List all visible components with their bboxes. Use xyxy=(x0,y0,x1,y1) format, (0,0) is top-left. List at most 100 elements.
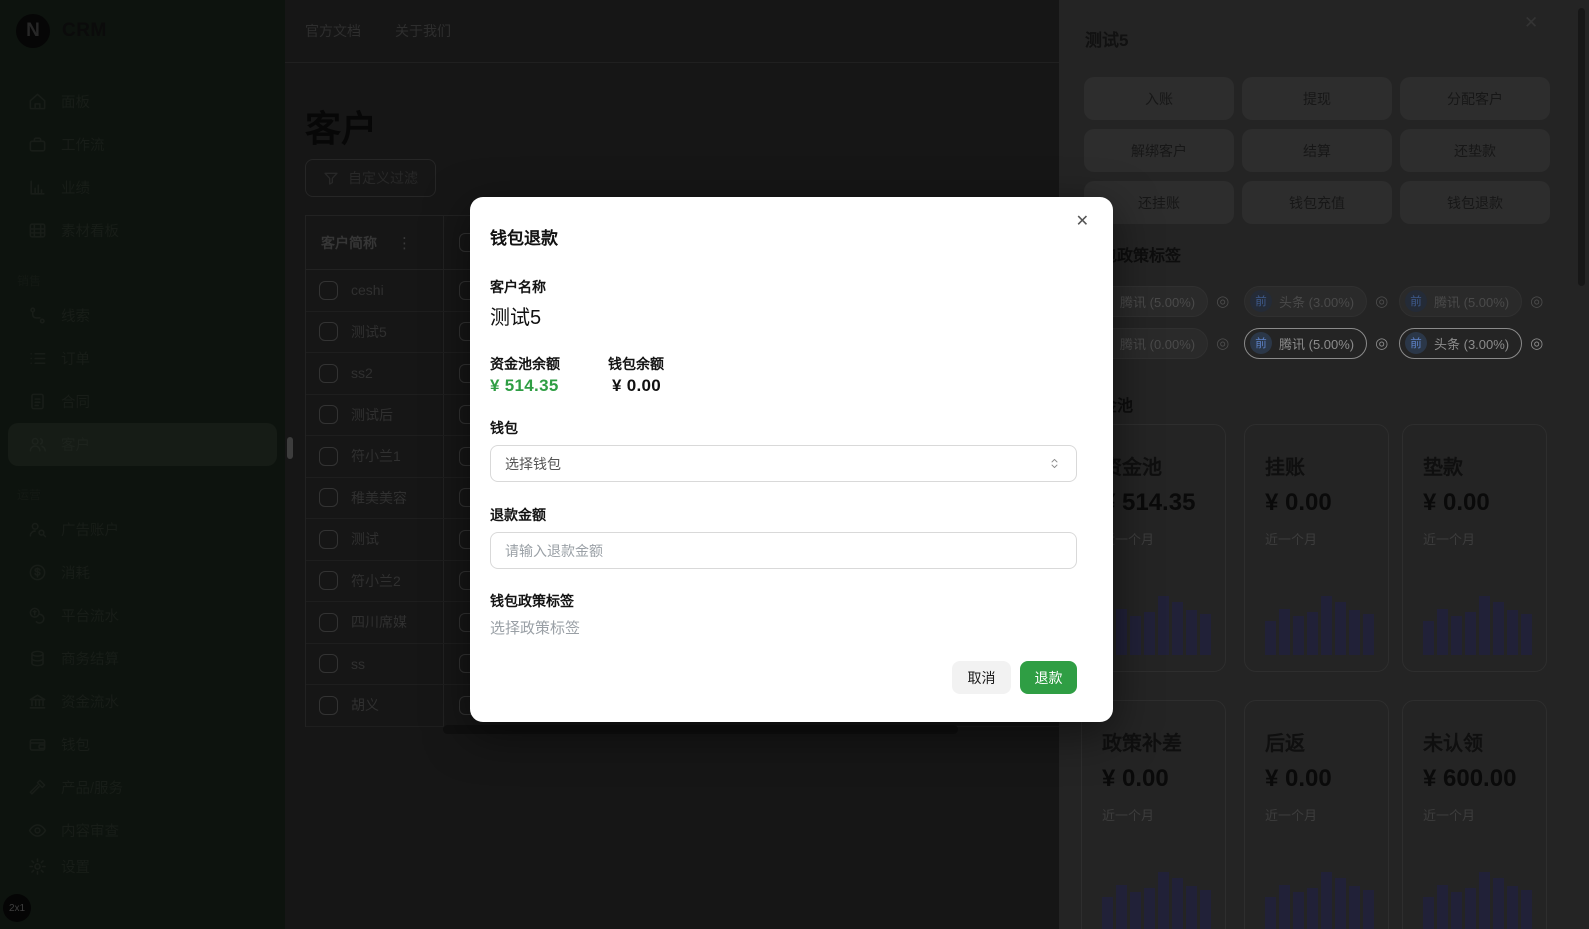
sparkline-bar xyxy=(1158,872,1169,929)
funnel-icon xyxy=(323,170,339,186)
sidebar-item-coins[interactable]: 平台流水 xyxy=(8,594,277,637)
column-divider xyxy=(443,436,444,477)
sidebar-item-users[interactable]: 客户 xyxy=(8,423,277,466)
sparkline-bar xyxy=(1265,897,1276,929)
tag-prefix-badge: 前 xyxy=(1405,290,1427,312)
drawer-action-button[interactable]: 钱包退款 xyxy=(1400,181,1550,224)
sidebar-item-briefcase[interactable]: 工作流 xyxy=(8,123,277,166)
wallet-refund-modal: 钱包退款 ✕ 客户名称 测试5 资金池余额 ¥ 514.35 钱包余额 ¥ 0.… xyxy=(470,197,1113,722)
policy-tag[interactable]: 前腾讯 (5.00%) xyxy=(1399,285,1523,317)
modal-close-icon[interactable]: ✕ xyxy=(1076,211,1089,231)
policy-tag[interactable]: 前腾讯 (5.00%) xyxy=(1244,327,1368,359)
row-checkbox[interactable] xyxy=(319,571,338,591)
pool-card: 垫款 ¥ 0.00 近一个月 xyxy=(1402,424,1547,672)
drawer-action-button[interactable]: 分配客户 xyxy=(1400,77,1550,120)
custom-filter-button[interactable]: 自定义过滤 xyxy=(305,159,436,197)
row-checkbox[interactable] xyxy=(319,488,338,508)
sparkline-bar xyxy=(1479,596,1490,655)
topbar-link[interactable]: 官方文档 xyxy=(305,21,361,41)
tag-settings-icon[interactable]: ◎ xyxy=(1216,334,1229,352)
sidebar-item-bank[interactable]: 资金流水 xyxy=(8,680,277,723)
pool-card-period: 近一个月 xyxy=(1102,808,1155,823)
tag-settings-icon[interactable]: ◎ xyxy=(1530,334,1543,352)
sparkline-bar xyxy=(1363,614,1374,655)
gear-icon xyxy=(28,857,47,876)
user-avatar[interactable]: 2x1 xyxy=(3,894,31,922)
sidebar-item-list[interactable]: 订单 xyxy=(8,337,277,380)
pool-card-amount: ¥ 0.00 xyxy=(1265,765,1332,792)
row-checkbox[interactable] xyxy=(319,405,338,425)
sidebar-item-chart[interactable]: 业绩 xyxy=(8,166,277,209)
cancel-button[interactable]: 取消 xyxy=(952,661,1011,694)
tag-label: 腾讯 (5.00%) xyxy=(1434,294,1510,310)
drawer-action-button[interactable]: 解绑客户 xyxy=(1084,129,1234,172)
pool-card-period: 近一个月 xyxy=(1265,808,1318,823)
drawer-action-button[interactable]: 提现 xyxy=(1242,77,1392,120)
sidebar-item-label: 商务结算 xyxy=(61,652,119,668)
wallet-balance-label: 钱包余额 xyxy=(608,356,664,372)
drawer-close-icon[interactable]: ✕ xyxy=(1524,13,1538,33)
topbar-link[interactable]: 关于我们 xyxy=(395,21,451,41)
pool-balance-label: 资金池余额 xyxy=(490,356,560,372)
tag-settings-icon[interactable]: ◎ xyxy=(1375,334,1388,352)
sparkline-bar xyxy=(1335,878,1346,929)
policy-tag[interactable]: 前头条 (3.00%) xyxy=(1244,285,1368,317)
row-checkbox[interactable] xyxy=(319,695,338,715)
sparkline-bar xyxy=(1349,886,1360,929)
sparkline-bar xyxy=(1479,872,1490,929)
policy-tag[interactable]: 前头条 (3.00%) xyxy=(1399,327,1523,359)
refund-amount-input[interactable] xyxy=(490,532,1077,569)
sparkline-bar xyxy=(1172,878,1183,929)
row-checkbox[interactable] xyxy=(319,322,338,342)
row-checkbox[interactable] xyxy=(319,529,338,549)
drawer-action-button[interactable]: 结算 xyxy=(1242,129,1392,172)
sidebar-item-label: 面板 xyxy=(61,95,90,111)
sparkline-bar xyxy=(1144,612,1155,655)
sidebar-item-file[interactable]: 合同 xyxy=(8,380,277,423)
horizontal-scrollbar[interactable] xyxy=(443,725,958,734)
sparkline-bar xyxy=(1493,878,1504,929)
sparkline-bar xyxy=(1279,885,1290,929)
sidebar-item-route[interactable]: 线索 xyxy=(8,294,277,337)
wallet-select-label: 钱包 xyxy=(490,420,518,436)
sparkline-bar xyxy=(1279,609,1290,655)
tag-settings-icon[interactable]: ◎ xyxy=(1375,292,1388,310)
row-checkbox[interactable] xyxy=(319,654,338,674)
sidebar: N CRM 面板 工作流 业绩 素材看板 销售 线索 订单 合同 客户 运营 广告账户 消耗 平台流水商… xyxy=(0,0,285,929)
row-checkbox[interactable] xyxy=(319,363,338,383)
tag-settings-icon[interactable]: ◎ xyxy=(1530,292,1543,310)
database-icon xyxy=(28,649,47,668)
sidebar-item-home[interactable]: 面板 xyxy=(8,80,277,123)
sparkline-bar xyxy=(1144,888,1155,929)
tag-label: 头条 (3.00%) xyxy=(1434,336,1510,352)
sidebar-item-wallet[interactable]: 钱包 xyxy=(8,723,277,766)
vertical-scrollbar-thumb[interactable] xyxy=(287,437,293,459)
row-checkbox[interactable] xyxy=(319,446,338,466)
tag-settings-icon[interactable]: ◎ xyxy=(1216,292,1229,310)
row-checkbox[interactable] xyxy=(319,280,338,300)
drawer-action-button[interactable]: 钱包充值 xyxy=(1242,181,1392,224)
policy-tag-select[interactable]: 选择政策标签 xyxy=(490,617,580,638)
policy-tag-cell: 前头条 (3.00%) ◎ xyxy=(1399,322,1559,364)
wallet-select[interactable]: 选择钱包 xyxy=(490,445,1077,482)
pool-card: 挂账 ¥ 0.00 近一个月 xyxy=(1244,424,1389,672)
sidebar-item-settings[interactable]: 设置 xyxy=(8,845,277,888)
drawer-action-button[interactable]: 入账 xyxy=(1084,77,1234,120)
sparkline-bar xyxy=(1451,616,1462,655)
sidebar-item-user-search[interactable]: 广告账户 xyxy=(8,508,277,551)
tag-label: 腾讯 (0.00%) xyxy=(1120,336,1196,352)
sidebar-item-database[interactable]: 商务结算 xyxy=(8,637,277,680)
column-menu-icon[interactable]: ⋮ xyxy=(397,234,412,252)
sparkline-bar xyxy=(1465,888,1476,929)
drawer-scrollbar-thumb[interactable] xyxy=(1578,8,1585,286)
sidebar-item-label: 平台流水 xyxy=(61,609,119,625)
dollar-icon xyxy=(28,563,47,582)
logo-icon: N xyxy=(16,14,50,48)
sidebar-item-hammer[interactable]: 产品/服务 xyxy=(8,766,277,809)
drawer-action-button[interactable]: 还垫款 xyxy=(1400,129,1550,172)
sidebar-item-label: 钱包 xyxy=(61,738,90,754)
sidebar-item-film[interactable]: 素材看板 xyxy=(8,209,277,252)
row-checkbox[interactable] xyxy=(319,612,338,632)
refund-button[interactable]: 退款 xyxy=(1020,661,1077,694)
sidebar-item-dollar[interactable]: 消耗 xyxy=(8,551,277,594)
